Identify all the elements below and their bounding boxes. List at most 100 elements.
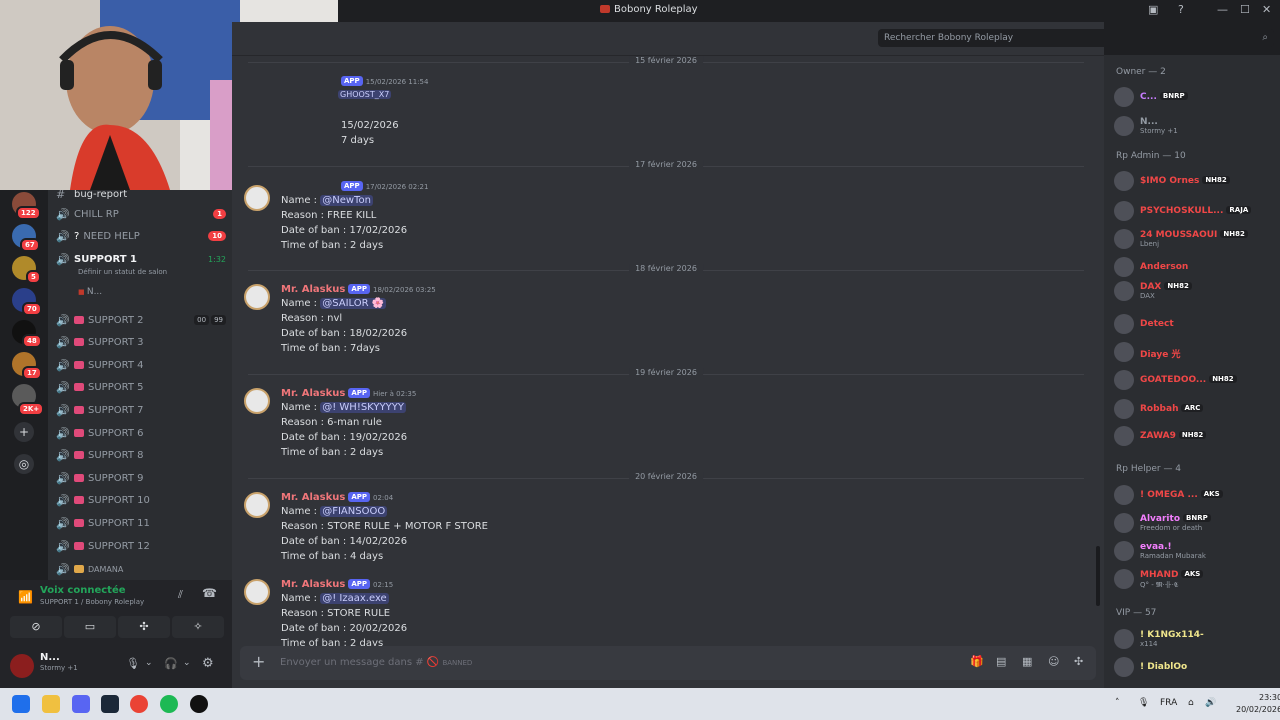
steam-icon[interactable] <box>101 695 119 713</box>
help-icon[interactable]: ? <box>1178 3 1184 16</box>
member-row[interactable]: DAX NH82 DAX <box>1112 279 1276 301</box>
chevron-down-icon[interactable]: ⌄ <box>183 658 191 668</box>
member-row[interactable]: C... BNRP <box>1112 85 1276 107</box>
apps-icon[interactable]: ✣ <box>1074 655 1083 668</box>
channel-support-8[interactable]: 🔊 SUPPORT 8 <box>56 445 226 465</box>
noise-suppression-icon[interactable]: ⫽ <box>178 588 183 602</box>
ban-name: Name : @FIANSOOO <box>281 506 388 517</box>
role-badge: NH82 <box>1178 431 1207 439</box>
minimize-button[interactable]: — <box>1217 3 1228 16</box>
voice-member[interactable]: ■ N... <box>78 287 102 297</box>
channel-support-7[interactable]: 🔊 SUPPORT 7 <box>56 400 226 420</box>
member-row[interactable]: Diaye 光 <box>1112 340 1276 362</box>
avatar[interactable] <box>244 492 270 518</box>
channel-support-4[interactable]: 🔊 SUPPORT 4 <box>56 355 226 375</box>
clock[interactable]: 23:30 20/02/2026 <box>1236 692 1280 716</box>
language-indicator[interactable]: FRA <box>1160 698 1177 708</box>
emoji-icon[interactable]: ☺ <box>1048 655 1059 668</box>
member-row[interactable]: Alvarito BNRP Freedom or death <box>1112 511 1276 533</box>
member-status: Ramadan Mubarak <box>1140 552 1206 560</box>
sos-icon <box>74 338 84 346</box>
gif-icon[interactable]: ▤ <box>996 655 1006 668</box>
channel-chill-rp[interactable]: 🔊 CHILL RP 1 <box>56 204 226 224</box>
app-icon[interactable] <box>190 695 208 713</box>
volume-icon[interactable]: 🔊 <box>1205 698 1216 708</box>
file-explorer-icon[interactable] <box>42 695 60 713</box>
member-row[interactable]: $IMO Ornes NH82 <box>1112 169 1276 191</box>
avatar[interactable] <box>244 185 270 211</box>
sticker-icon[interactable]: ▦ <box>1022 655 1032 668</box>
member-row[interactable]: ZAWA9 NH82 <box>1112 424 1276 446</box>
disconnect-icon[interactable]: ☎ <box>202 586 217 600</box>
channel-need-help[interactable]: 🔊? NEED HELP 10 <box>56 226 226 246</box>
chevron-down-icon[interactable]: ⌄ <box>145 658 153 668</box>
camera-button[interactable]: ⊘ <box>10 616 62 638</box>
user-mention[interactable]: @! Izaax.exe <box>320 593 389 604</box>
member-row[interactable]: Detect <box>1112 312 1276 334</box>
chrome-icon[interactable] <box>130 695 148 713</box>
avatar[interactable] <box>10 654 34 678</box>
network-icon[interactable]: ⌂ <box>1188 698 1194 708</box>
spotify-icon[interactable] <box>160 695 178 713</box>
member-row[interactable]: ! K1NGx114- x114 <box>1112 627 1276 649</box>
soundboard-button[interactable]: ✧ <box>172 616 224 638</box>
member-row[interactable]: Robbah ARC <box>1112 397 1276 419</box>
discord-icon[interactable] <box>72 695 90 713</box>
channel-support-2[interactable]: 🔊 SUPPORT 2 00 99 <box>56 310 226 330</box>
member-row[interactable]: GOATEDOO... NH82 <box>1112 368 1276 390</box>
microphone-icon[interactable]: 🎙 <box>1138 698 1149 708</box>
explore-servers-button[interactable]: ◎ <box>14 454 34 474</box>
author-name[interactable]: Mr. Alaskus <box>281 492 345 503</box>
member-row[interactable]: MHAND AKS Q° - 𝕸·卝·𝕮 <box>1112 567 1276 589</box>
member-row[interactable]: ! DiablOo <box>1112 655 1276 677</box>
member-row[interactable]: Anderson <box>1112 255 1276 277</box>
add-server-button[interactable]: + <box>14 422 34 442</box>
author-name[interactable]: Mr. Alaskus <box>281 284 345 295</box>
author-name[interactable]: Mr. Alaskus <box>281 579 345 590</box>
inbox-icon[interactable]: ▣ <box>1148 3 1158 16</box>
member-row[interactable]: PSYCHOSKULL... RAJA <box>1112 199 1276 221</box>
avatar[interactable] <box>244 284 270 310</box>
signal-icon[interactable]: 📶 <box>18 590 33 604</box>
settings-gear-icon[interactable]: ⚙ <box>202 656 214 671</box>
windows-start-icon[interactable] <box>12 695 30 713</box>
member-row[interactable]: 24 MOUSSAOUI NH82 Lbenj <box>1112 227 1276 249</box>
member-row[interactable]: evaa.! Ramadan Mubarak <box>1112 539 1276 561</box>
author-name[interactable]: Mr. Alaskus <box>281 388 345 399</box>
headphones-icon[interactable]: 🎧 <box>164 657 178 670</box>
avatar[interactable] <box>244 579 270 605</box>
user-mention[interactable]: @! WH!SKYYYYY <box>320 402 406 413</box>
channel-support-12[interactable]: 🔊 SUPPORT 12 <box>56 536 226 556</box>
maximize-button[interactable]: ☐ <box>1240 3 1250 16</box>
member-row[interactable]: ! OMEGA ... AKS <box>1112 483 1276 505</box>
channel-support-9[interactable]: 🔊 SUPPORT 9 <box>56 468 226 488</box>
activities-button[interactable]: ✣ <box>118 616 170 638</box>
channel-damana[interactable]: 🔊 DAMANA <box>56 559 226 579</box>
channel-support-10[interactable]: 🔊 SUPPORT 10 <box>56 490 226 510</box>
channel-support-3[interactable]: 🔊 SUPPORT 3 <box>56 332 226 352</box>
channel-support-6[interactable]: 🔊 SUPPORT 6 <box>56 423 226 443</box>
channel-support-5[interactable]: 🔊 SUPPORT 5 <box>56 377 226 397</box>
close-button[interactable]: ✕ <box>1262 3 1271 16</box>
avatar[interactable] <box>244 388 270 414</box>
scrollbar[interactable] <box>1096 546 1100 606</box>
channel-bug-report[interactable]: # bug-report <box>56 190 226 204</box>
search-input[interactable]: Rechercher Bobony Roleplay ⌕ <box>878 29 1274 47</box>
user-mention[interactable]: @FIANSOOO <box>320 506 388 517</box>
gift-icon[interactable]: 🎁 <box>970 655 984 668</box>
member-row[interactable]: N... Stormy +1 <box>1112 114 1276 136</box>
user-mention[interactable]: @SAILOR 🌸 <box>320 298 387 309</box>
channel-support-11[interactable]: 🔊 SUPPORT 11 <box>56 513 226 533</box>
member-status: Q° - 𝕸·卝·𝕮 <box>1140 581 1179 589</box>
screen-share-button[interactable]: ▭ <box>64 616 116 638</box>
message-composer[interactable]: + Envoyer un message dans # 🚫 BANNED 🎁 ▤… <box>240 646 1096 680</box>
attach-plus-button[interactable]: + <box>252 654 270 672</box>
microphone-icon[interactable]: 🎙 <box>126 657 140 670</box>
user-mention[interactable]: @NewTon <box>320 195 373 206</box>
channel-support-1[interactable]: 🔊 SUPPORT 1 1:32 <box>56 249 226 269</box>
chevron-up-icon[interactable]: ˄ <box>1115 698 1120 708</box>
channel-status[interactable]: Définir un statut de salon <box>78 268 167 276</box>
ban-time: Time of ban : 7days <box>281 343 380 354</box>
voice-channel-link[interactable]: SUPPORT 1 / Bobony Roleplay <box>40 598 144 606</box>
mention[interactable]: GHOOST_X7 <box>338 90 392 99</box>
